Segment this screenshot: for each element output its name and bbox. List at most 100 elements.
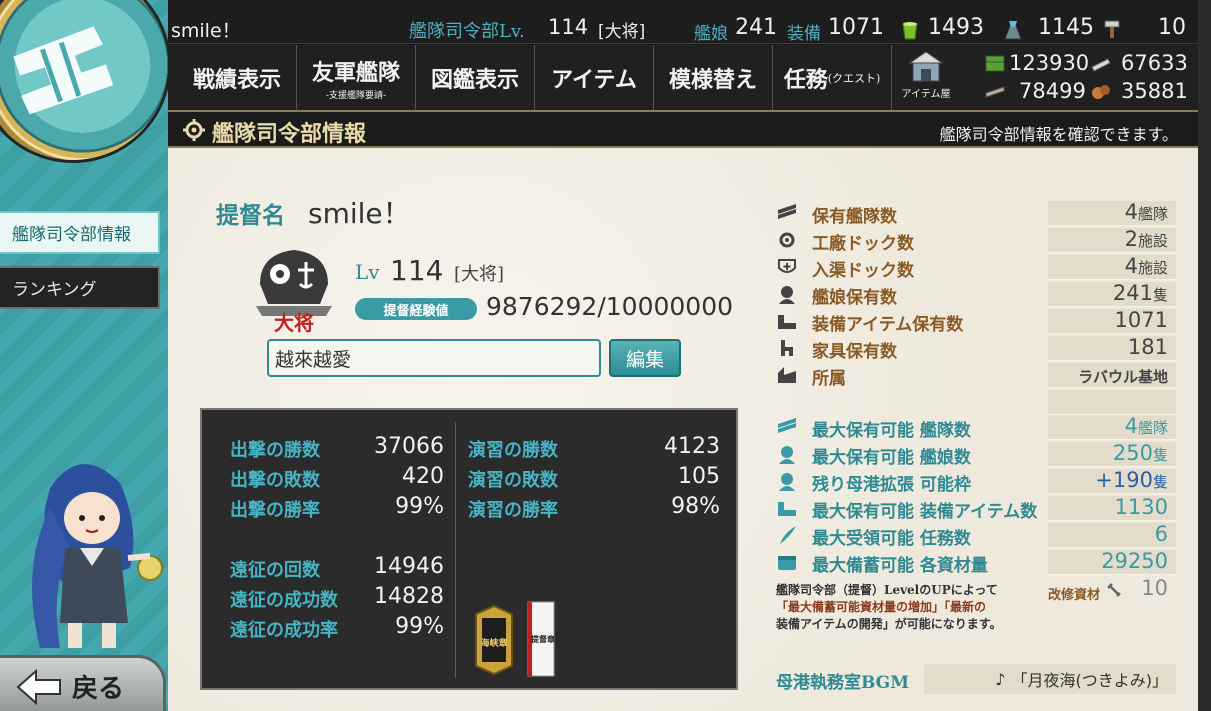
bauxite-value: 35881 [1121,79,1188,103]
shop-icon [908,51,944,82]
stat-cell: ラバウル基地 [1048,363,1176,388]
base-icon [778,367,796,383]
stat-cell: +190隻 [1048,468,1176,494]
equip-count-value: 1071 [828,15,884,40]
steel-icon [985,86,1005,98]
repair-icon [778,259,796,273]
hammer-count: 10 [1158,15,1186,40]
menu-encyclopedia[interactable]: 図鑑表示 [416,45,535,110]
gear-icon [779,232,795,248]
bgm-selector[interactable]: ♪ 「月夜海(つきよみ)」 [924,664,1176,694]
furniture-icon [781,340,793,356]
admiral-name: smile！ [308,197,411,230]
menu-remodel[interactable]: 模様替え [654,45,773,110]
menu-items[interactable]: アイテム [535,45,654,110]
max-stat-value: 29250 [1101,549,1168,573]
shipgirl-icon [779,286,795,304]
stat-value: 4施設 [1124,254,1168,278]
stat-cell: 6 [1048,522,1176,548]
stat-cell: 1130 [1048,495,1176,521]
max-stat-label: 最大備蓄可能 各資材量 [812,556,988,576]
exercise-losses-label: 演習の敗数 [468,470,558,491]
comment-input[interactable] [267,339,601,377]
stat-cell: 4施設 [1048,254,1176,280]
section-title: 艦隊司令部情報 [212,121,367,147]
hq-level-label: 艦隊司令部Lv. [409,21,525,42]
ship-count-label: 艦娘 [694,24,728,44]
stat-label: 保有艦隊数 [812,207,897,227]
max-stat-value: 6 [1154,522,1168,546]
level-up-note: 艦隊司令部（提督）LevelのUPによって 「最大備蓄可能資材量の増加」「最新の… [776,582,1048,633]
sortie-wins-value: 37066 [374,434,444,459]
sortie-losses-value: 420 [402,464,444,489]
main-menu-bar: 戦績表示 友軍艦隊 -支援艦隊要請- 図鑑表示 アイテム 模様替え 任務 (クエ… [168,45,1211,110]
expedition-success-label: 遠征の成功数 [230,590,338,611]
bucket-icon [902,22,918,40]
steel-value: 78499 [1019,79,1086,103]
shipgirl-icon [779,446,795,464]
emblem-text: 大将 [274,311,314,334]
right-border [1198,0,1211,711]
music-note-icon: ♪ [995,669,1006,689]
menu-friend-fleet[interactable]: 友軍艦隊 -支援艦隊要請- [297,45,416,110]
stat-cell: 2施設 [1048,227,1176,253]
edit-button[interactable]: 編集 [609,339,681,377]
note-line: 艦隊司令部（提督）LevelのUPによって [776,583,998,597]
improvement-material-value: 10 [1141,576,1168,600]
stat-value: 1071 [1114,308,1168,332]
menu-label: アイテム [551,66,637,93]
stat-value: 4艦隊 [1124,200,1168,224]
stat-value: 181 [1127,335,1168,359]
ship-count-value: 241 [735,15,777,40]
max-row-quests: 最大受領可能 任務数 6 [776,522,1176,549]
menu-quest[interactable]: 任務 (クエスト) [773,45,892,110]
item-shop-label: アイテム屋 [901,89,951,100]
exercise-rate-value: 98% [671,494,720,519]
sortie-rate-value: 99% [395,494,444,519]
fleet-icon [778,204,796,219]
admiral-name-label: 提督名 [216,202,285,229]
bucket-count: 1493 [928,15,984,40]
max-row-fleets: 最大保有可能 艦隊数 4艦隊 [776,414,1176,441]
sidebar-item-hq-info[interactable]: 艦隊司令部情報 [0,211,160,254]
note-line: 装備アイテムの開発」が可能になります。 [776,617,1002,631]
section-header: 艦隊司令部情報 艦隊司令部情報を確認できます。 [168,110,1198,148]
equip-count-label: 装備 [787,24,821,44]
menu-label: 戦績表示 [192,66,281,93]
hq-level-value: 114 [548,15,589,39]
resource-panel: 123930 67633 78499 35881 [984,51,1208,107]
exp-badge: 提督経験値 [355,298,477,320]
stat-label: 入渠ドック数 [812,261,914,281]
left-panel: 艦隊司令部情報 ランキング 戻る [0,0,168,711]
ammo-value: 67633 [1121,51,1188,75]
storage-icon [778,556,796,570]
stats-divider [455,422,456,678]
strait-medal-icon: 海峡章 [475,604,513,676]
screw-icon [1107,583,1121,597]
item-shop-button[interactable]: アイテム屋 [896,49,956,105]
sortie-rate-label: 出撃の勝率 [230,500,320,521]
back-button[interactable]: 戻る [0,655,166,711]
game-logo [0,0,168,160]
expedition-rate-value: 99% [395,614,444,639]
menu-sublabel: -支援艦隊要請- [325,90,387,101]
max-stat-label: 最大保有可能 艦娘数 [812,448,971,468]
menu-label: 模様替え [668,66,757,93]
max-stat-value: +190隻 [1095,468,1168,492]
back-label: 戻る [72,674,125,704]
stat-row-factory-docks: 工廠ドック数 2施設 [776,227,1176,254]
stat-cell: 250隻 [1048,441,1176,467]
sidebar-item-ranking[interactable]: ランキング [0,266,160,309]
exercise-wins-label: 演習の勝数 [468,440,558,461]
fleet-icon [778,418,796,433]
hammer-icon [1104,20,1120,38]
stat-row-shipgirls: 艦娘保有数 241隻 [776,281,1176,308]
stat-value: 2施設 [1124,227,1168,251]
note-line: 「最大備蓄可能資材量の増加」「最新の [776,600,987,614]
improvement-material-label: 改修資材 [1048,588,1101,603]
gear-icon [183,119,205,141]
equipment-icon [778,502,796,516]
sortie-wins-label: 出撃の勝数 [230,440,320,461]
stat-cell: 4艦隊 [1048,414,1176,440]
menu-battle-record[interactable]: 戦績表示 [178,45,297,110]
